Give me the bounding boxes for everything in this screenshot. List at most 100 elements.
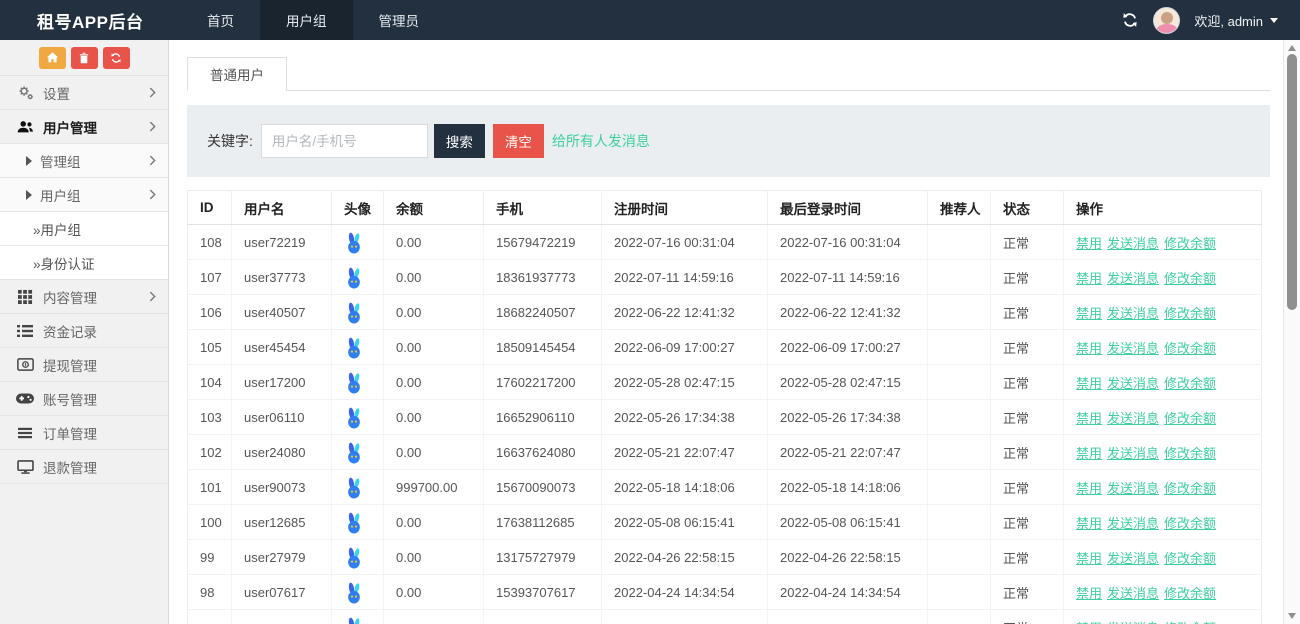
edit-balance-link[interactable]: 修改余额 <box>1164 341 1216 356</box>
sidebar-item-身份认证[interactable]: »身份认证 <box>0 246 168 280</box>
send-message-link[interactable]: 发送消息 <box>1107 271 1159 286</box>
disable-link[interactable]: 禁用 <box>1076 446 1102 461</box>
sidebar-item-内容管理[interactable]: 内容管理 <box>0 280 168 314</box>
send-message-link[interactable]: 发送消息 <box>1107 306 1159 321</box>
send-message-link[interactable]: 发送消息 <box>1107 446 1159 461</box>
nav-tab-user-group[interactable]: 用户组 <box>260 0 353 40</box>
tab-normal-users[interactable]: 普通用户 <box>187 57 287 91</box>
row-id <box>188 610 232 624</box>
broadcast-all-link[interactable]: 给所有人发消息 <box>552 131 650 151</box>
disable-link[interactable]: 禁用 <box>1076 516 1102 531</box>
edit-balance-link[interactable]: 修改余额 <box>1164 481 1216 496</box>
keyword-label: 关键字: <box>207 131 253 151</box>
row-username: user37773 <box>232 260 332 295</box>
sidebar-item-用户管理[interactable]: 用户管理 <box>0 110 168 144</box>
user-avatar[interactable] <box>1153 7 1180 34</box>
scrollbar-thumb[interactable] <box>1287 54 1297 310</box>
sidebar-item-设置[interactable]: 设置 <box>0 76 168 110</box>
sidebar-item-用户组[interactable]: »用户组 <box>0 212 168 246</box>
edit-balance-link[interactable]: 修改余额 <box>1164 411 1216 426</box>
send-message-link[interactable]: 发送消息 <box>1107 516 1159 531</box>
disable-link[interactable]: 禁用 <box>1076 586 1102 601</box>
send-message-link[interactable]: 发送消息 <box>1107 376 1159 391</box>
nav-tab-home[interactable]: 首页 <box>181 0 260 40</box>
row-phone: 18361937773 <box>484 260 602 295</box>
disable-link[interactable]: 禁用 <box>1076 306 1102 321</box>
row-phone: 16652906110 <box>484 400 602 435</box>
send-message-link[interactable]: 发送消息 <box>1107 481 1159 496</box>
disable-link[interactable]: 禁用 <box>1076 411 1102 426</box>
send-message-link[interactable]: 发送消息 <box>1107 621 1159 624</box>
row-id: 99 <box>188 540 232 575</box>
table-row: 正常禁用 发送消息 修改余额 <box>188 610 1262 624</box>
home-button[interactable] <box>39 47 66 69</box>
sidebar-item-label: 提现管理 <box>43 355 156 375</box>
row-id: 104 <box>188 365 232 400</box>
sidebar-item-账号管理[interactable]: 账号管理 <box>0 382 168 416</box>
disable-link[interactable]: 禁用 <box>1076 481 1102 496</box>
row-avatar <box>332 470 384 505</box>
row-username: user72219 <box>232 225 332 260</box>
welcome-dropdown[interactable]: 欢迎, admin <box>1194 11 1278 30</box>
edit-balance-link[interactable]: 修改余额 <box>1164 551 1216 566</box>
row-id: 100 <box>188 505 232 540</box>
disable-link[interactable]: 禁用 <box>1076 551 1102 566</box>
clear-button[interactable]: 清空 <box>493 124 544 158</box>
row-status: 正常 <box>991 575 1064 610</box>
users-table: ID用户名头像余额手机注册时间最后登录时间推荐人状态操作 108user7221… <box>187 190 1262 624</box>
sidebar-item-label: 账号管理 <box>43 389 156 409</box>
search-button[interactable]: 搜索 <box>434 124 485 158</box>
sidebar-item-用户组[interactable]: 用户组 <box>0 178 168 212</box>
send-message-link[interactable]: 发送消息 <box>1107 586 1159 601</box>
disable-link[interactable]: 禁用 <box>1076 236 1102 251</box>
row-status: 正常 <box>991 610 1064 624</box>
scrollbar-down-arrow[interactable] <box>1288 613 1296 619</box>
table-row: 99user279790.00131757279792022-04-26 22:… <box>188 540 1262 575</box>
scrollbar-up-arrow[interactable] <box>1288 45 1296 51</box>
edit-balance-link[interactable]: 修改余额 <box>1164 586 1216 601</box>
table-row: 100user126850.00176381126852022-05-08 06… <box>188 505 1262 540</box>
sidebar-item-提现管理[interactable]: 提现管理 <box>0 348 168 382</box>
row-status: 正常 <box>991 470 1064 505</box>
sidebar-item-资金记录[interactable]: 资金记录 <box>0 314 168 348</box>
trash-button[interactable] <box>71 47 98 69</box>
edit-balance-link[interactable]: 修改余额 <box>1164 446 1216 461</box>
sidebar-item-label: 用户组 <box>40 185 149 205</box>
disable-link[interactable]: 禁用 <box>1076 271 1102 286</box>
sidebar-item-退款管理[interactable]: 退款管理 <box>0 450 168 484</box>
disable-link[interactable]: 禁用 <box>1076 341 1102 356</box>
edit-balance-link[interactable]: 修改余额 <box>1164 516 1216 531</box>
row-id: 101 <box>188 470 232 505</box>
row-balance: 0.00 <box>384 435 484 470</box>
nav-tab-admin[interactable]: 管理员 <box>353 0 446 40</box>
row-id: 103 <box>188 400 232 435</box>
send-message-link[interactable]: 发送消息 <box>1107 551 1159 566</box>
edit-balance-link[interactable]: 修改余额 <box>1164 236 1216 251</box>
send-message-link[interactable]: 发送消息 <box>1107 411 1159 426</box>
bars-icon <box>16 424 34 442</box>
row-referrer <box>928 610 991 624</box>
sidebar-item-管理组[interactable]: 管理组 <box>0 144 168 178</box>
edit-balance-link[interactable]: 修改余额 <box>1164 271 1216 286</box>
row-registered: 2022-05-21 22:07:47 <box>602 435 768 470</box>
send-message-link[interactable]: 发送消息 <box>1107 341 1159 356</box>
edit-balance-link[interactable]: 修改余额 <box>1164 306 1216 321</box>
edit-balance-link[interactable]: 修改余额 <box>1164 621 1216 624</box>
edit-balance-link[interactable]: 修改余额 <box>1164 376 1216 391</box>
send-message-link[interactable]: 发送消息 <box>1107 236 1159 251</box>
disable-link[interactable]: 禁用 <box>1076 621 1102 624</box>
row-referrer <box>928 575 991 610</box>
keyword-input[interactable] <box>261 124 428 158</box>
vertical-scrollbar[interactable] <box>1283 40 1300 624</box>
row-avatar <box>332 400 384 435</box>
row-actions: 禁用发送消息修改余额 <box>1064 470 1262 505</box>
sidebar-item-订单管理[interactable]: 订单管理 <box>0 416 168 450</box>
row-actions: 禁用发送消息修改余额 <box>1064 260 1262 295</box>
row-phone <box>484 610 602 624</box>
refresh-button[interactable] <box>103 47 130 69</box>
row-status: 正常 <box>991 505 1064 540</box>
disable-link[interactable]: 禁用 <box>1076 376 1102 391</box>
refresh-icon[interactable] <box>1121 11 1139 29</box>
row-username: user24080 <box>232 435 332 470</box>
row-actions: 禁用发送消息修改余额 <box>1064 540 1262 575</box>
